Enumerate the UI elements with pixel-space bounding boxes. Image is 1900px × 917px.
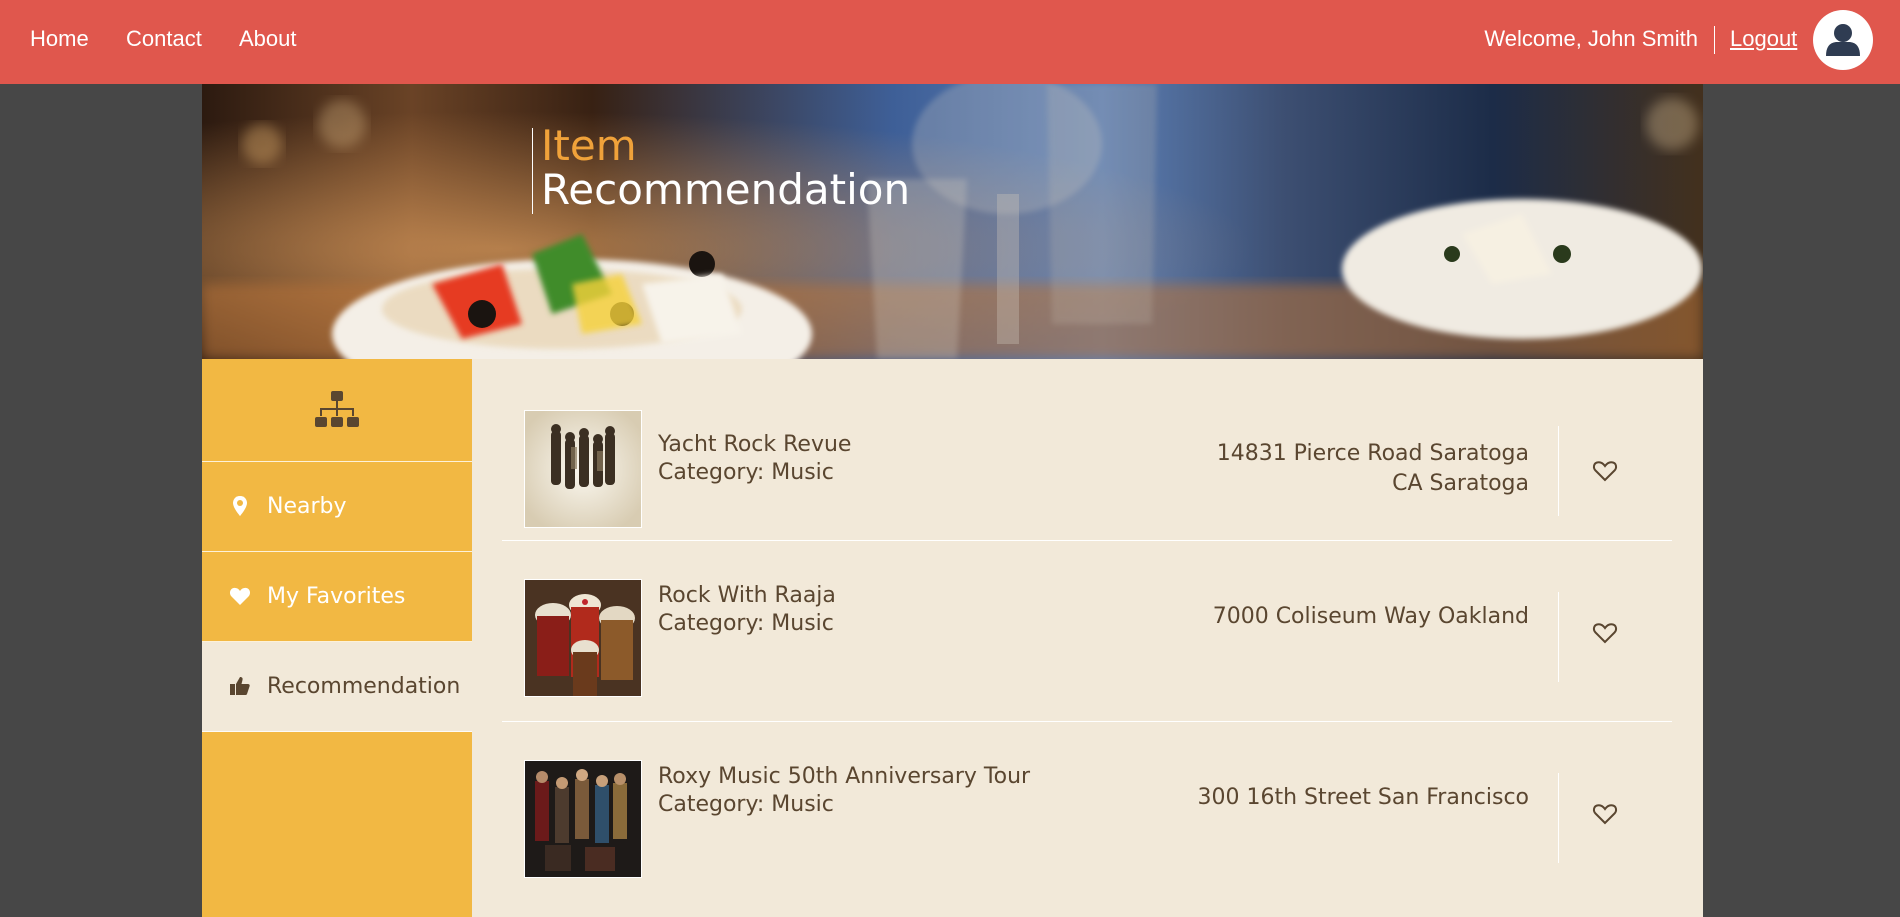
- sidebar-item-my-favorites[interactable]: My Favorites: [202, 552, 472, 642]
- item-name[interactable]: Yacht Rock Revue: [658, 432, 851, 457]
- row-divider: [1558, 426, 1559, 516]
- avatar[interactable]: [1813, 10, 1873, 70]
- heart-outline-icon[interactable]: [1592, 621, 1618, 645]
- sidebar-item-label: Nearby: [267, 494, 347, 519]
- item-image: [525, 761, 641, 877]
- item-thumbnail[interactable]: [524, 760, 642, 878]
- logout-link[interactable]: Logout: [1730, 26, 1797, 52]
- sidebar: Nearby My Favorites Recommendation: [202, 359, 472, 917]
- nav-about-link[interactable]: About: [239, 26, 297, 52]
- item-address-line: 7000 Coliseum Way Oakland: [1212, 604, 1529, 629]
- item-address: 7000 Coliseum Way Oakland: [1213, 602, 1529, 632]
- item-thumbnail[interactable]: [524, 410, 642, 528]
- list-item[interactable]: Roxy Music 50th Anniversary Tour Categor…: [502, 721, 1672, 902]
- sitemap-icon: [315, 391, 359, 427]
- item-address: 300 16th Street San Francisco: [1197, 783, 1529, 813]
- hero-title-accent: Item: [541, 121, 637, 170]
- item-category: Category: Music: [658, 611, 834, 636]
- sidebar-item-recommendation[interactable]: Recommendation: [202, 642, 472, 732]
- recommendation-list: Yacht Rock Revue Category: Music 14831 P…: [472, 359, 1703, 917]
- row-divider: [1558, 592, 1559, 682]
- sidebar-item-label: My Favorites: [267, 584, 406, 609]
- hero-background-image: [202, 84, 1703, 359]
- hero-banner: Item Recommendation: [202, 84, 1703, 359]
- hero-title: Recommendation: [541, 165, 911, 214]
- item-address: 14831 Pierce Road Saratoga CA Saratoga: [1217, 439, 1529, 499]
- welcome-text: Welcome, John Smith: [1484, 26, 1698, 51]
- row-divider: [1558, 773, 1559, 863]
- item-image: [525, 411, 641, 527]
- item-address-line: CA Saratoga: [1392, 471, 1529, 496]
- thumbs-up-icon: [230, 677, 250, 695]
- item-address-line: 14831 Pierce Road Saratoga: [1216, 441, 1529, 466]
- sidebar-item-nearby[interactable]: Nearby: [202, 462, 472, 552]
- list-item[interactable]: Rock With Raaja Category: Music 7000 Col…: [502, 540, 1672, 722]
- user-icon: [1826, 24, 1860, 56]
- item-category: Category: Music: [658, 792, 834, 817]
- heart-outline-icon[interactable]: [1592, 802, 1618, 826]
- nav-contact-link[interactable]: Contact: [126, 26, 202, 52]
- sidebar-item-label: Recommendation: [267, 674, 461, 699]
- item-image: [525, 580, 641, 696]
- item-address-line: 300 16th Street San Francisco: [1197, 785, 1529, 810]
- hero-title-bar: [532, 128, 533, 214]
- page-container: Item Recommendation Nearby My Favorites …: [202, 84, 1703, 917]
- item-thumbnail[interactable]: [524, 579, 642, 697]
- heart-icon: [229, 587, 251, 605]
- top-navigation-bar: Home Contact About Welcome, John Smith L…: [0, 0, 1900, 84]
- heart-outline-icon[interactable]: [1592, 459, 1618, 483]
- nav-divider: [1714, 26, 1715, 54]
- sidebar-header: [202, 359, 472, 462]
- nav-home-link[interactable]: Home: [30, 26, 89, 52]
- item-name[interactable]: Roxy Music 50th Anniversary Tour: [658, 764, 1030, 789]
- map-pin-icon: [233, 496, 247, 516]
- item-name[interactable]: Rock With Raaja: [658, 583, 836, 608]
- item-category: Category: Music: [658, 460, 834, 485]
- list-item[interactable]: Yacht Rock Revue Category: Music 14831 P…: [502, 359, 1672, 541]
